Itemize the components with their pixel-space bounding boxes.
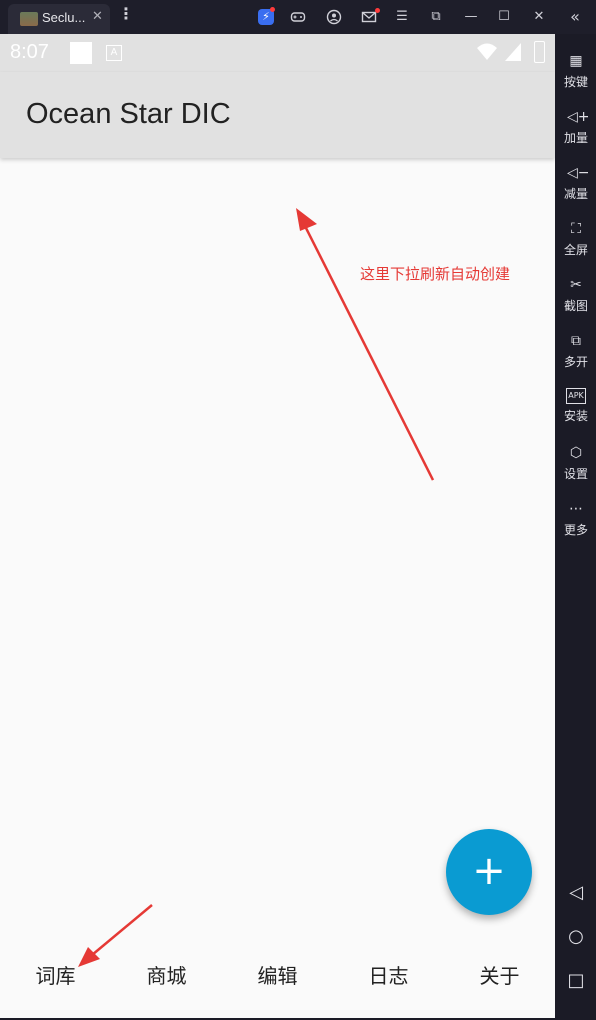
battery-icon bbox=[534, 41, 545, 63]
volume-down-icon: ◁− bbox=[567, 165, 590, 181]
window-tab[interactable]: Seclu... ✕ bbox=[8, 4, 110, 34]
screenshot-label: 截图 bbox=[563, 299, 588, 313]
a-badge-icon: A bbox=[106, 45, 122, 61]
minimize-icon[interactable]: — bbox=[463, 9, 479, 25]
volume-down-label: 减量 bbox=[563, 187, 588, 201]
pull-refresh-annotation: 这里下拉刷新自动创建 bbox=[360, 265, 511, 283]
close-window-icon[interactable]: ✕ bbox=[531, 9, 547, 25]
emulator-title-bar: Seclu... ✕ ⋮ ⚡ ☰ ⧉ — ☐ ✕ « bbox=[0, 0, 596, 34]
nav-item-library[interactable]: 词库 bbox=[0, 954, 111, 998]
settings-icon: ⬡ bbox=[569, 445, 583, 461]
bottom-navigation: 词库 商城 编辑 日志 关于 bbox=[0, 954, 555, 998]
notification-square-icon bbox=[70, 42, 92, 64]
multi-instance-label: 多开 bbox=[563, 355, 588, 369]
more-label: 更多 bbox=[563, 523, 588, 537]
popout-icon[interactable]: ⧉ bbox=[428, 9, 444, 25]
wifi-icon bbox=[477, 43, 497, 60]
volume-up-button[interactable]: ◁+ 加量 bbox=[556, 108, 596, 154]
recents-icon[interactable]: □ bbox=[556, 970, 596, 991]
volume-up-label: 加量 bbox=[563, 131, 588, 145]
emulator-side-panel: ▦ 按键 ◁+ 加量 ◁− 减量 ⛶ 全屏 ✂ 截图 ⧉ 多开 APK 安装 ⬡… bbox=[556, 34, 596, 1020]
nav-item-store[interactable]: 商城 bbox=[111, 954, 222, 998]
home-icon[interactable]: ○ bbox=[556, 926, 596, 947]
page-title: Ocean Star DIC bbox=[26, 98, 231, 130]
app-bar: Ocean Star DIC bbox=[0, 72, 555, 158]
cell-signal-icon bbox=[505, 43, 521, 61]
keyboard-icon: ▦ bbox=[569, 53, 583, 69]
app-thumbnail-icon bbox=[20, 12, 38, 26]
mail-notification-dot bbox=[375, 8, 380, 13]
fullscreen-icon: ⛶ bbox=[571, 221, 581, 237]
keymap-label: 按键 bbox=[563, 75, 588, 89]
nav-item-edit[interactable]: 编辑 bbox=[222, 954, 333, 998]
volume-up-icon: ◁+ bbox=[567, 109, 590, 125]
tab-close-icon[interactable]: ✕ bbox=[92, 9, 103, 24]
notification-dot bbox=[270, 7, 275, 12]
multi-instance-icon: ⧉ bbox=[571, 333, 581, 349]
tab-title: Seclu... bbox=[42, 10, 86, 25]
screenshot-button[interactable]: ✂ 截图 bbox=[556, 276, 596, 322]
tab-menu-icon[interactable]: ⋮ bbox=[118, 6, 134, 22]
nav-item-about[interactable]: 关于 bbox=[444, 954, 555, 998]
collapse-panel-icon[interactable]: « bbox=[567, 9, 583, 25]
fullscreen-button[interactable]: ⛶ 全屏 bbox=[556, 220, 596, 266]
apk-install-icon: APK bbox=[566, 388, 586, 404]
add-button[interactable]: + bbox=[446, 829, 532, 915]
settings-label: 设置 bbox=[563, 467, 588, 481]
fullscreen-label: 全屏 bbox=[563, 243, 588, 257]
phone-screen: 8:07 A Ocean Star DIC 这里下拉刷新自动创建 + 词库 商城… bbox=[0, 34, 555, 1018]
install-apk-button[interactable]: APK 安装 bbox=[556, 388, 596, 434]
status-time: 8:07 bbox=[10, 41, 49, 63]
menu-icon[interactable]: ☰ bbox=[394, 9, 410, 25]
multi-instance-button[interactable]: ⧉ 多开 bbox=[556, 332, 596, 378]
keymap-button[interactable]: ▦ 按键 bbox=[556, 52, 596, 98]
maximize-icon[interactable]: ☐ bbox=[496, 9, 512, 25]
settings-button[interactable]: ⬡ 设置 bbox=[556, 444, 596, 490]
scissors-icon: ✂ bbox=[570, 277, 582, 293]
volume-down-button[interactable]: ◁− 减量 bbox=[556, 164, 596, 210]
install-apk-label: 安装 bbox=[563, 409, 588, 423]
back-icon[interactable]: ◁ bbox=[556, 882, 596, 903]
gamepad-icon[interactable] bbox=[290, 9, 306, 25]
more-button[interactable]: ⋯ 更多 bbox=[556, 500, 596, 546]
android-status-bar: 8:07 A bbox=[0, 34, 555, 72]
nav-item-log[interactable]: 日志 bbox=[333, 954, 444, 998]
pull-refresh-arrow bbox=[296, 208, 435, 481]
more-icon: ⋯ bbox=[569, 501, 583, 517]
account-icon[interactable] bbox=[326, 9, 342, 25]
